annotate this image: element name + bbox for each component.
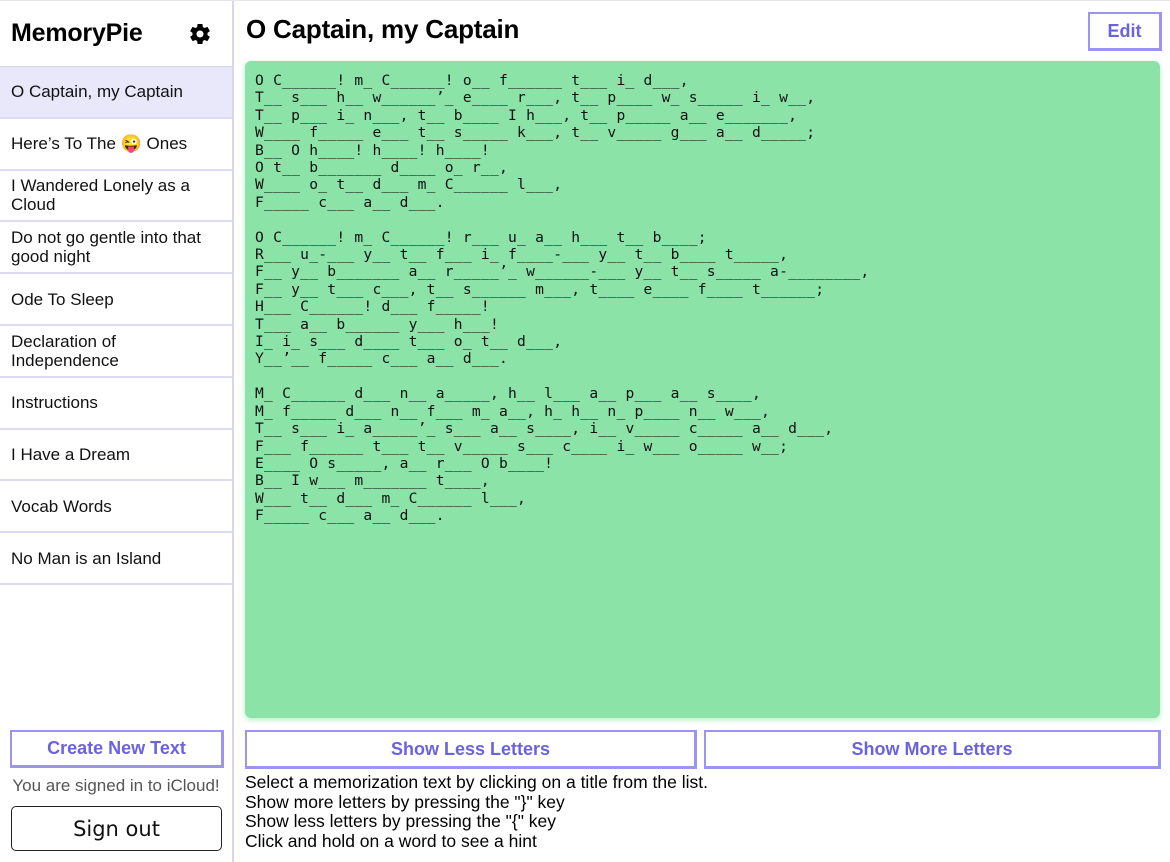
sidebar-item-vocab-words[interactable]: Vocab Words xyxy=(0,481,232,534)
instruction-line: Select a memorization text by clicking o… xyxy=(245,772,708,792)
poem-line[interactable]: E____ O s_____, a__ r___ O b____! xyxy=(255,455,1150,472)
poem-line[interactable]: W___ t__ d___ m_ C______ l___, xyxy=(255,490,1150,507)
poem-line[interactable]: Y__’__ f_____ c___ a__ d___. xyxy=(255,350,1150,367)
poem-line[interactable]: O C______! m_ C______! o__ f______ t___ … xyxy=(255,72,1150,89)
sidebar-item-label: O Captain, my Captain xyxy=(11,82,183,102)
sidebar-item-i-wandered-lonely[interactable]: I Wandered Lonely as a Cloud xyxy=(0,171,232,223)
stanza: O C______! m_ C______! o__ f______ t___ … xyxy=(255,72,1150,211)
memorypie-app: MemoryPie O Captain, my Captain Here’s T… xyxy=(0,0,1170,862)
poem-line[interactable]: T__ p___ i_ n___, t__ b____ I h___, t__ … xyxy=(255,107,1150,124)
poem-line[interactable]: M_ C______ d___ n__ a_____, h__ l___ a__… xyxy=(255,385,1150,402)
poem-line[interactable]: F__ y__ t___ c___, t__ s______ m___, t__… xyxy=(255,281,1150,298)
stanza: O C______! m_ C______! r___ u_ a__ h___ … xyxy=(255,229,1150,368)
sidebar-item-i-have-a-dream[interactable]: I Have a Dream xyxy=(0,430,232,482)
sidebar-item-label: I Wandered Lonely as a Cloud xyxy=(11,176,190,215)
poem-line[interactable]: F_____ c___ a__ d___. xyxy=(255,507,1150,524)
stanza: M_ C______ d___ n__ a_____, h__ l___ a__… xyxy=(255,385,1150,524)
sidebar-item-heres-to-the-ones[interactable]: Here’s To The 😜 Ones xyxy=(0,119,232,171)
create-new-text-button[interactable]: Create New Text xyxy=(10,730,224,768)
sidebar-item-label: Do not go gentle into that good night xyxy=(11,228,201,267)
instruction-line: Show more letters by pressing the "}" ke… xyxy=(245,791,565,812)
page-title: O Captain, my Captain xyxy=(246,14,520,44)
poem-line[interactable]: B__ O h____! h____! h____! xyxy=(255,142,1150,159)
poem-line[interactable]: W____ f_____ e___ t__ s_____ k___, t__ v… xyxy=(255,124,1150,141)
sign-out-button[interactable]: Sign out xyxy=(11,806,222,851)
poem-line[interactable]: F__ y__ b_______ a__ r_____’_ w______-__… xyxy=(255,263,1150,280)
edit-button[interactable]: Edit xyxy=(1088,12,1162,51)
main-content: O Captain, my Captain Edit O C______! m_… xyxy=(236,1,1170,862)
sidebar-item-no-man-is-an-island[interactable]: No Man is an Island xyxy=(0,533,232,585)
poem-line[interactable]: F_____ c___ a__ d___. xyxy=(255,194,1150,211)
sidebar-item-label: I Have a Dream xyxy=(11,444,131,464)
poem-line[interactable]: T__ s___ h__ w______’_ e____ r___, t__ p… xyxy=(255,89,1150,106)
sidebar-item-ode-to-sleep[interactable]: Ode To Sleep xyxy=(0,274,232,326)
signed-in-status: You are signed in to iCloud! xyxy=(12,776,220,795)
instructions: Select a memorization text by clicking o… xyxy=(245,772,708,851)
poem-line[interactable]: T___ a__ b______ y___ h___! xyxy=(255,316,1150,333)
sidebar-item-declaration[interactable]: Declaration of Independence xyxy=(0,326,232,378)
winking-tongue-emoji-icon: 😜 xyxy=(120,134,142,154)
sidebar-header: MemoryPie xyxy=(0,1,232,67)
poem-line[interactable]: H___ C______! d___ f_____! xyxy=(255,298,1150,315)
gear-icon[interactable] xyxy=(188,22,212,46)
sidebar-item-instructions[interactable]: Instructions xyxy=(0,378,232,430)
instruction-line: Show less letters by pressing the "{" ke… xyxy=(245,811,557,831)
poem-line[interactable]: R___ u_-___ y__ t__ f___ i_ f____-___ y_… xyxy=(255,246,1150,263)
poem-text: O C______! m_ C______! o__ f______ t___ … xyxy=(255,72,1150,525)
sidebar-item-label: No Man is an Island xyxy=(11,548,162,568)
memorization-text-panel[interactable]: O C______! m_ C______! o__ f______ t___ … xyxy=(245,61,1160,718)
poem-line[interactable]: O t__ b_______ d____ o_ r__, xyxy=(255,159,1150,176)
poem-line[interactable]: T__ s___ i_ a_____’_ s___ a__ s____, i__… xyxy=(255,420,1150,437)
label-before: Here’s To The xyxy=(11,134,121,154)
sidebar-item-label: Declaration of Independence xyxy=(11,331,119,370)
show-less-letters-button[interactable]: Show Less Letters xyxy=(245,730,697,769)
text-list: O Captain, my Captain Here’s To The 😜 On… xyxy=(0,67,232,585)
sidebar-item-label: Here’s To The 😜 Ones xyxy=(11,134,187,153)
sidebar: MemoryPie O Captain, my Captain Here’s T… xyxy=(0,1,234,862)
app-title: MemoryPie xyxy=(11,19,143,47)
instruction-line: Click and hold on a word to see a hint xyxy=(245,830,537,851)
sidebar-footer: Create New Text You are signed in to iCl… xyxy=(0,730,232,862)
label-after: Ones xyxy=(141,134,188,154)
letter-controls: Show Less Letters Show More Letters xyxy=(245,730,1161,770)
show-more-letters-button[interactable]: Show More Letters xyxy=(704,730,1161,769)
poem-line[interactable]: B__ I w___ m_______ t____, xyxy=(255,472,1150,489)
poem-line[interactable]: F___ f______ t___ t__ v_____ s___ c____ … xyxy=(255,438,1150,455)
poem-line[interactable]: M_ f_____ d___ n__ f___ m_ a__, h_ h__ n… xyxy=(255,403,1150,420)
sidebar-item-do-not-go-gentle[interactable]: Do not go gentle into that good night xyxy=(0,222,232,275)
sidebar-item-o-captain[interactable]: O Captain, my Captain xyxy=(0,67,232,119)
sidebar-item-label: Ode To Sleep xyxy=(11,289,114,309)
poem-line[interactable]: W____ o_ t__ d___ m_ C______ l___, xyxy=(255,176,1150,193)
sidebar-item-label: Instructions xyxy=(11,393,98,413)
poem-line[interactable]: I_ i_ s___ d____ t___ o_ t__ d___, xyxy=(255,333,1150,350)
poem-line[interactable]: O C______! m_ C______! r___ u_ a__ h___ … xyxy=(255,229,1150,246)
sidebar-item-label: Vocab Words xyxy=(11,496,112,516)
